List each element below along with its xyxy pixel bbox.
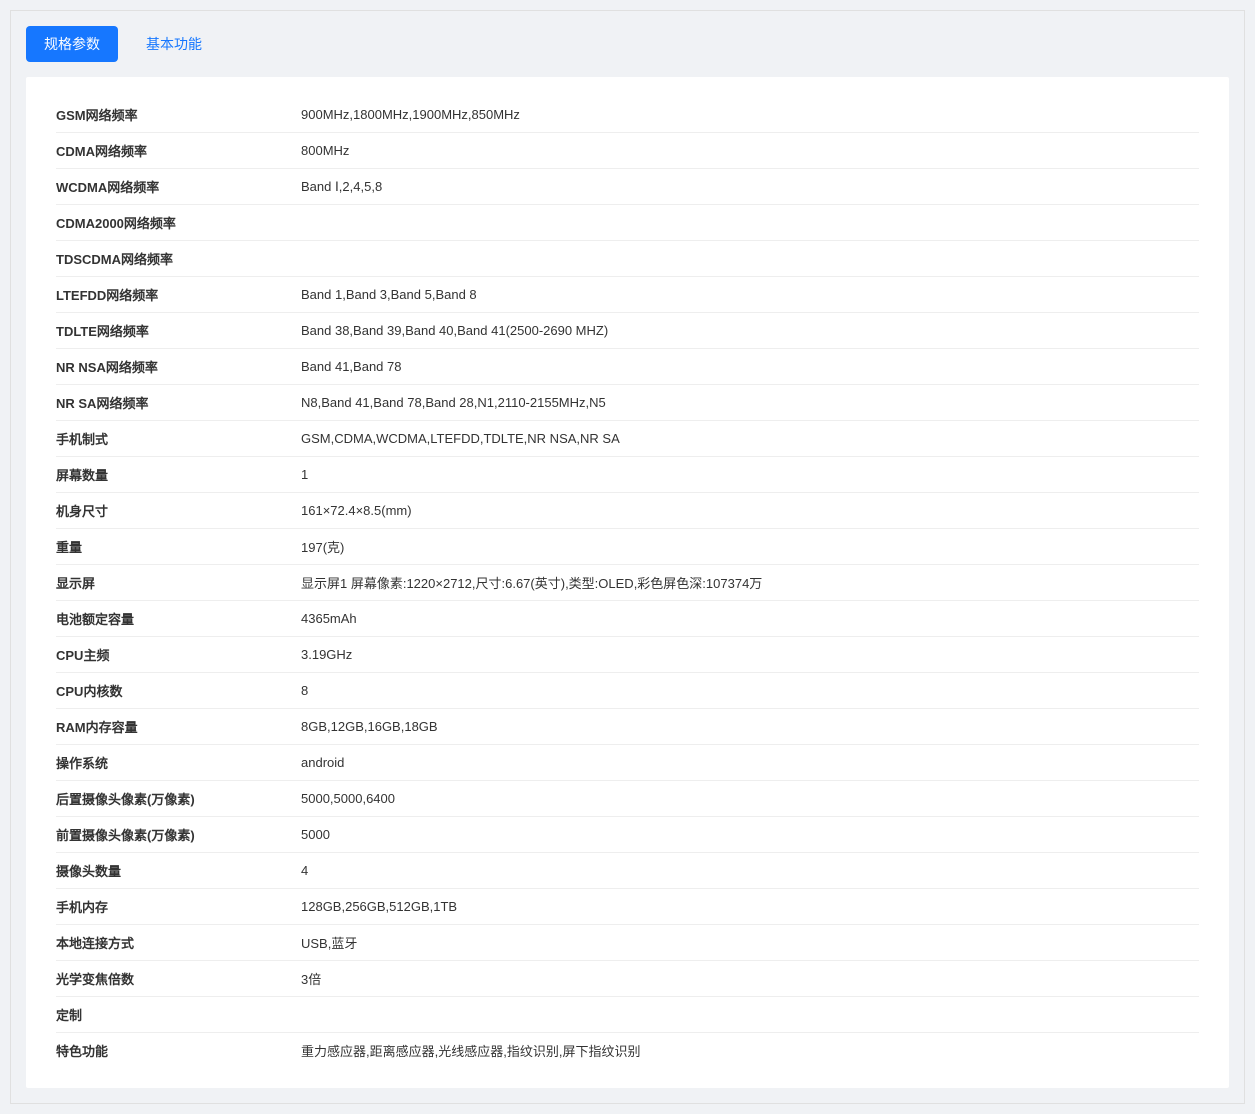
spec-label: NR SA网络频率: [56, 393, 301, 412]
spec-value: 8GB,12GB,16GB,18GB: [301, 719, 1199, 734]
spec-label: CPU主频: [56, 645, 301, 664]
spec-value: GSM,CDMA,WCDMA,LTEFDD,TDLTE,NR NSA,NR SA: [301, 431, 1199, 446]
spec-label: 显示屏: [56, 573, 301, 592]
tab-bar: 规格参数 基本功能: [26, 26, 1229, 62]
spec-label: 摄像头数量: [56, 861, 301, 880]
spec-label: NR NSA网络频率: [56, 357, 301, 376]
spec-value: 5000,5000,6400: [301, 791, 1199, 806]
spec-row: GSM网络频率900MHz,1800MHz,1900MHz,850MHz: [56, 97, 1199, 133]
spec-value: 5000: [301, 827, 1199, 842]
spec-value: 显示屏1 屏幕像素:1220×2712,尺寸:6.67(英寸),类型:OLED,…: [301, 573, 1199, 592]
spec-label: 光学变焦倍数: [56, 969, 301, 988]
spec-row: 光学变焦倍数3倍: [56, 961, 1199, 997]
spec-label: WCDMA网络频率: [56, 177, 301, 196]
spec-row: 手机内存128GB,256GB,512GB,1TB: [56, 889, 1199, 925]
specs-container: 规格参数 基本功能 GSM网络频率900MHz,1800MHz,1900MHz,…: [10, 10, 1245, 1104]
spec-row: NR NSA网络频率Band 41,Band 78: [56, 349, 1199, 385]
spec-row: 特色功能重力感应器,距离感应器,光线感应器,指纹识别,屏下指纹识别: [56, 1033, 1199, 1068]
spec-row: 机身尺寸161×72.4×8.5(mm): [56, 493, 1199, 529]
spec-label: 手机内存: [56, 897, 301, 916]
spec-value: 重力感应器,距离感应器,光线感应器,指纹识别,屏下指纹识别: [301, 1041, 1199, 1060]
spec-value: 3.19GHz: [301, 647, 1199, 662]
spec-label: 操作系统: [56, 753, 301, 772]
spec-value: N8,Band 41,Band 78,Band 28,N1,2110-2155M…: [301, 395, 1199, 410]
spec-value: 128GB,256GB,512GB,1TB: [301, 899, 1199, 914]
spec-value: Band 38,Band 39,Band 40,Band 41(2500-269…: [301, 323, 1199, 338]
spec-value: 800MHz: [301, 143, 1199, 158]
tab-specs[interactable]: 规格参数: [26, 26, 118, 62]
spec-row: LTEFDD网络频率Band 1,Band 3,Band 5,Band 8: [56, 277, 1199, 313]
spec-label: 手机制式: [56, 429, 301, 448]
spec-value: Band Ⅰ,2,4,5,8: [301, 179, 1199, 195]
spec-label: TDSCDMA网络频率: [56, 249, 301, 268]
spec-row: 后置摄像头像素(万像素)5000,5000,6400: [56, 781, 1199, 817]
spec-row: CDMA2000网络频率: [56, 205, 1199, 241]
spec-row: 定制: [56, 997, 1199, 1033]
spec-row: 摄像头数量4: [56, 853, 1199, 889]
spec-label: CPU内核数: [56, 681, 301, 700]
spec-value: Band 1,Band 3,Band 5,Band 8: [301, 287, 1199, 302]
spec-label: 前置摄像头像素(万像素): [56, 825, 301, 844]
spec-value: 4: [301, 863, 1199, 878]
spec-row: 屏幕数量1: [56, 457, 1199, 493]
spec-label: 本地连接方式: [56, 933, 301, 952]
spec-value: 900MHz,1800MHz,1900MHz,850MHz: [301, 107, 1199, 122]
spec-row: 手机制式GSM,CDMA,WCDMA,LTEFDD,TDLTE,NR NSA,N…: [56, 421, 1199, 457]
spec-label: 定制: [56, 1005, 301, 1024]
spec-row: RAM内存容量8GB,12GB,16GB,18GB: [56, 709, 1199, 745]
spec-label: 电池额定容量: [56, 609, 301, 628]
spec-row: CPU主频3.19GHz: [56, 637, 1199, 673]
spec-label: 特色功能: [56, 1041, 301, 1060]
spec-row: 操作系统android: [56, 745, 1199, 781]
spec-row: 重量197(克): [56, 529, 1199, 565]
specs-panel: GSM网络频率900MHz,1800MHz,1900MHz,850MHzCDMA…: [26, 77, 1229, 1088]
spec-label: TDLTE网络频率: [56, 321, 301, 340]
spec-row: 本地连接方式USB,蓝牙: [56, 925, 1199, 961]
tab-basic-features[interactable]: 基本功能: [128, 26, 220, 62]
spec-row: CPU内核数8: [56, 673, 1199, 709]
spec-label: GSM网络频率: [56, 105, 301, 124]
spec-label: 后置摄像头像素(万像素): [56, 789, 301, 808]
spec-row: 电池额定容量4365mAh: [56, 601, 1199, 637]
spec-label: CDMA2000网络频率: [56, 213, 301, 232]
spec-row: TDLTE网络频率Band 38,Band 39,Band 40,Band 41…: [56, 313, 1199, 349]
spec-value: android: [301, 755, 1199, 770]
spec-value: Band 41,Band 78: [301, 359, 1199, 374]
spec-value: USB,蓝牙: [301, 933, 1199, 952]
spec-label: RAM内存容量: [56, 717, 301, 736]
spec-value: 4365mAh: [301, 611, 1199, 626]
spec-label: LTEFDD网络频率: [56, 285, 301, 304]
spec-value: 1: [301, 467, 1199, 482]
spec-value: 161×72.4×8.5(mm): [301, 503, 1199, 518]
spec-row: CDMA网络频率800MHz: [56, 133, 1199, 169]
spec-value: 3倍: [301, 969, 1199, 988]
spec-label: 机身尺寸: [56, 501, 301, 520]
spec-value: 8: [301, 683, 1199, 698]
spec-row: 前置摄像头像素(万像素)5000: [56, 817, 1199, 853]
spec-row: WCDMA网络频率Band Ⅰ,2,4,5,8: [56, 169, 1199, 205]
spec-row: 显示屏显示屏1 屏幕像素:1220×2712,尺寸:6.67(英寸),类型:OL…: [56, 565, 1199, 601]
spec-value: 197(克): [301, 537, 1199, 556]
spec-row: TDSCDMA网络频率: [56, 241, 1199, 277]
spec-label: CDMA网络频率: [56, 141, 301, 160]
spec-label: 屏幕数量: [56, 465, 301, 484]
spec-label: 重量: [56, 537, 301, 556]
spec-row: NR SA网络频率N8,Band 41,Band 78,Band 28,N1,2…: [56, 385, 1199, 421]
